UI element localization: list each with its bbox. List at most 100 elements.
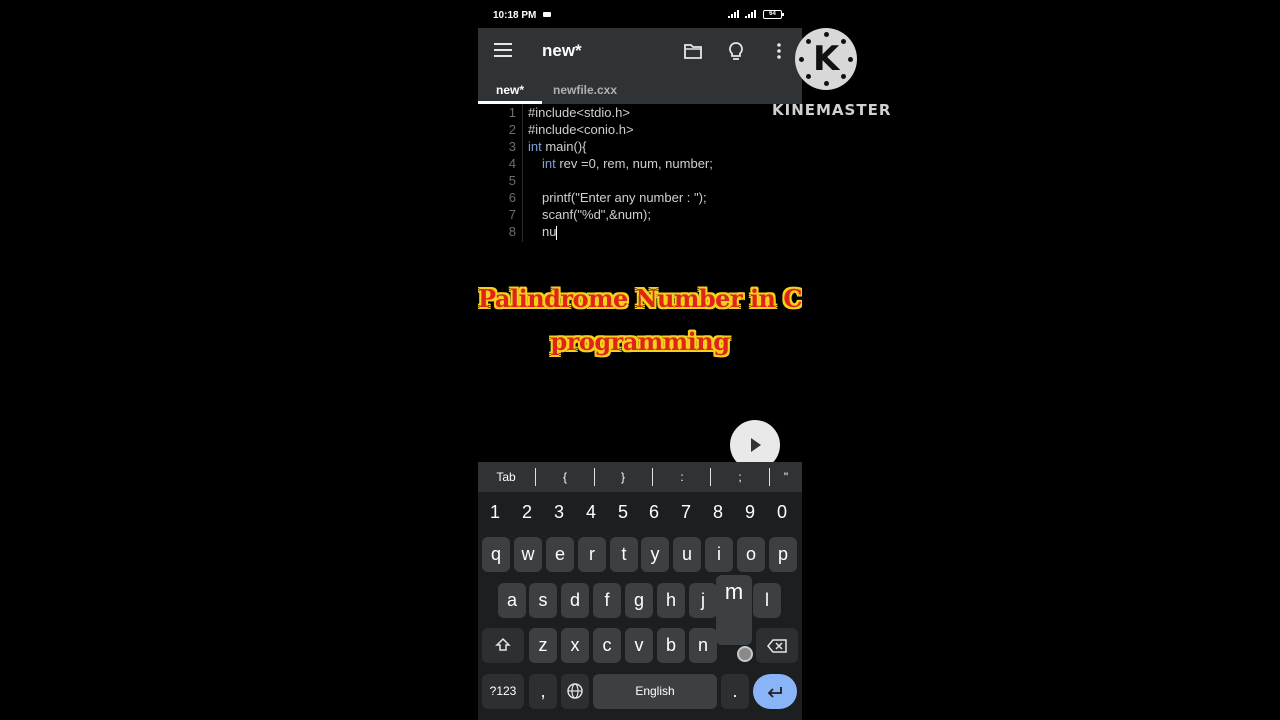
key-h[interactable]: h: [657, 583, 685, 618]
logo-dot: [799, 57, 804, 62]
code-line: nu: [542, 224, 558, 240]
logo-dot: [824, 81, 829, 86]
code-line: printf("Enter any number : ");: [542, 190, 707, 205]
keyword: int: [542, 156, 556, 171]
key-o[interactable]: o: [737, 537, 765, 572]
code-line: int rev =0, rem, num, number;: [542, 156, 713, 171]
gutter-divider: [522, 104, 523, 242]
key-r[interactable]: r: [578, 537, 606, 572]
video-caption-line2: programming: [550, 327, 730, 356]
key-w[interactable]: w: [514, 537, 542, 572]
key-n[interactable]: n: [689, 628, 717, 663]
battery-icon: 64: [763, 10, 784, 19]
period-key[interactable]: .: [721, 674, 749, 709]
key-2[interactable]: 2: [512, 502, 542, 523]
code-line: #include<conio.h>: [528, 122, 634, 137]
key-u[interactable]: u: [673, 537, 701, 572]
symbol-key[interactable]: Tab: [486, 470, 526, 484]
file-tabs: new* newfile.cxx: [478, 74, 802, 104]
enter-icon: [767, 687, 782, 698]
menu-icon[interactable]: [494, 43, 512, 57]
logo-dot: [806, 39, 811, 44]
key-6[interactable]: 6: [639, 502, 669, 523]
folder-icon[interactable]: [682, 40, 704, 62]
enter-key[interactable]: [753, 674, 797, 709]
tab-new[interactable]: new*: [496, 83, 524, 97]
key-i[interactable]: i: [705, 537, 733, 572]
divider: [710, 468, 711, 486]
backspace-key[interactable]: [756, 628, 798, 663]
line-number: 2: [508, 122, 516, 137]
code-line: scanf("%d",&num);: [542, 207, 651, 222]
code-text: main(){: [541, 139, 587, 154]
key-5[interactable]: 5: [608, 502, 638, 523]
symbol-key[interactable]: }: [603, 470, 643, 484]
key-l[interactable]: l: [753, 583, 781, 618]
key-t[interactable]: t: [610, 537, 638, 572]
key-0[interactable]: 0: [767, 502, 797, 523]
key-v[interactable]: v: [625, 628, 653, 663]
tab-newfile[interactable]: newfile.cxx: [553, 83, 617, 97]
globe-icon: [567, 683, 583, 699]
code-text: rev =0, rem, num, number;: [555, 156, 713, 171]
key-x[interactable]: x: [561, 628, 589, 663]
line-number: 8: [508, 224, 516, 239]
touch-indicator: [737, 646, 753, 662]
key-j[interactable]: j: [689, 583, 717, 618]
key-y[interactable]: y: [641, 537, 669, 572]
signal-icon: [728, 10, 739, 18]
key-4[interactable]: 4: [576, 502, 606, 523]
logo-dot: [841, 39, 846, 44]
backspace-icon: [767, 639, 787, 653]
logo-dot: [841, 74, 846, 79]
more-vert-icon[interactable]: [768, 40, 790, 62]
symbol-key[interactable]: ": [776, 470, 796, 484]
screen-record-icon: [543, 12, 551, 17]
key-1[interactable]: 1: [480, 502, 510, 523]
keyword: int: [528, 139, 542, 154]
app-bar: new*: [478, 28, 802, 74]
key-e[interactable]: e: [546, 537, 574, 572]
key-q[interactable]: q: [482, 537, 510, 572]
line-number: 6: [508, 190, 516, 205]
comma-key[interactable]: ,: [529, 674, 557, 709]
divider: [769, 468, 770, 486]
divider: [594, 468, 595, 486]
signal-icon-2: [745, 10, 756, 18]
logo-dot: [806, 74, 811, 79]
key-s[interactable]: s: [529, 583, 557, 618]
key-b[interactable]: b: [657, 628, 685, 663]
language-key[interactable]: [561, 674, 589, 709]
kinemaster-watermark: KINEMASTER: [772, 101, 892, 119]
symbol-bar: Tab { } : ; ": [478, 462, 802, 492]
key-f[interactable]: f: [593, 583, 621, 618]
key-3[interactable]: 3: [544, 502, 574, 523]
key-p[interactable]: p: [769, 537, 797, 572]
lightbulb-icon[interactable]: [725, 40, 747, 62]
space-key[interactable]: English: [593, 674, 717, 709]
symbols-key[interactable]: ?123: [482, 674, 524, 709]
play-icon: [751, 438, 761, 452]
key-z[interactable]: z: [529, 628, 557, 663]
logo-dot: [848, 57, 853, 62]
key-g[interactable]: g: [625, 583, 653, 618]
key-c[interactable]: c: [593, 628, 621, 663]
shift-key[interactable]: [482, 628, 524, 663]
key-a[interactable]: a: [498, 583, 526, 618]
line-number: 7: [508, 207, 516, 222]
code-line: #include<stdio.h>: [528, 105, 630, 120]
divider: [535, 468, 536, 486]
logo-dot: [824, 32, 829, 37]
key-9[interactable]: 9: [735, 502, 765, 523]
key-7[interactable]: 7: [671, 502, 701, 523]
status-time: 10:18 PM: [493, 10, 537, 21]
code-line: int main(){: [528, 139, 587, 154]
symbol-key[interactable]: {: [545, 470, 585, 484]
code-text: nu: [542, 224, 557, 239]
key-d[interactable]: d: [561, 583, 589, 618]
symbol-key[interactable]: :: [662, 470, 702, 484]
code-editor[interactable]: 1 2 3 4 5 6 7 8 #include<stdio.h> #inclu…: [478, 104, 802, 460]
video-caption-line1: Palindrome Number in C: [478, 284, 802, 313]
symbol-key[interactable]: ;: [720, 470, 760, 484]
key-8[interactable]: 8: [703, 502, 733, 523]
